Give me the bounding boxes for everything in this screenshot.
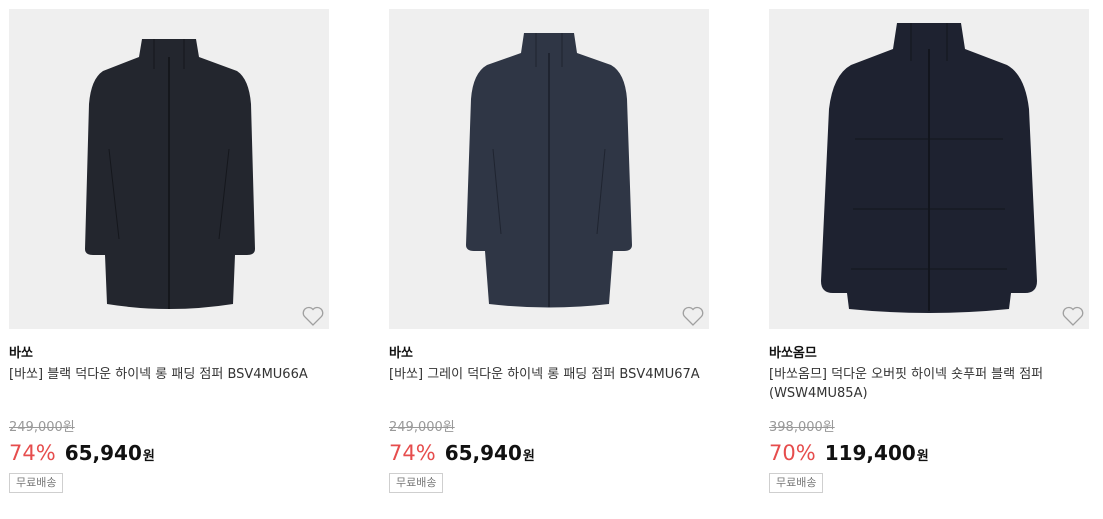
product-card-1[interactable]: 바쏘 [바쏘] 블랙 덕다운 하이넥 롱 패딩 점퍼 BSV4MU66A 249… — [9, 9, 329, 514]
free-shipping-badge: 무료배송 — [9, 473, 64, 493]
product-image[interactable] — [9, 9, 329, 329]
original-price: 398,000원 — [769, 420, 835, 435]
sale-price: 119,400 — [824, 441, 916, 465]
discount-rate: 74% — [389, 441, 436, 465]
product-title[interactable]: [바쏘] 그레이 덕다운 하이넥 롱 패딩 점퍼 BSV4MU67A — [389, 365, 709, 384]
currency-unit: 원 — [522, 449, 535, 464]
original-price: 249,000원 — [389, 420, 455, 435]
brand-name: 바쏘 — [9, 346, 33, 361]
price-row: 70% 119,400 원 — [769, 441, 929, 465]
currency-unit: 원 — [142, 449, 155, 464]
sale-price: 65,940 — [444, 441, 522, 465]
product-card-3[interactable]: 바쏘옴므 [바쏘옴므] 덕다운 오버핏 하이넥 숏푸퍼 블랙 점퍼 (WSW4M… — [769, 9, 1089, 514]
brand-name: 바쏘옴므 — [769, 346, 817, 361]
free-shipping-badge: 무료배송 — [769, 473, 824, 493]
wishlist-heart-icon[interactable] — [301, 305, 325, 327]
currency-unit: 원 — [916, 449, 929, 464]
wishlist-heart-icon[interactable] — [681, 305, 705, 327]
free-shipping-badge: 무료배송 — [389, 473, 444, 493]
brand-name: 바쏘 — [389, 346, 413, 361]
long-coat-image — [85, 39, 255, 309]
price-row: 74% 65,940 원 — [389, 441, 535, 465]
product-title[interactable]: [바쏘옴므] 덕다운 오버핏 하이넥 숏푸퍼 블랙 점퍼 (WSW4MU85A) — [769, 365, 1089, 403]
product-card-2[interactable]: 바쏘 [바쏘] 그레이 덕다운 하이넥 롱 패딩 점퍼 BSV4MU67A 24… — [389, 9, 709, 514]
long-coat-image — [466, 33, 632, 308]
discount-rate: 70% — [769, 441, 816, 465]
original-price: 249,000원 — [9, 420, 75, 435]
product-image[interactable] — [389, 9, 709, 329]
sale-price: 65,940 — [64, 441, 142, 465]
short-puffer-image — [821, 23, 1037, 313]
discount-rate: 74% — [9, 441, 56, 465]
product-image[interactable] — [769, 9, 1089, 329]
product-title[interactable]: [바쏘] 블랙 덕다운 하이넥 롱 패딩 점퍼 BSV4MU66A — [9, 365, 329, 384]
wishlist-heart-icon[interactable] — [1061, 305, 1085, 327]
price-row: 74% 65,940 원 — [9, 441, 155, 465]
